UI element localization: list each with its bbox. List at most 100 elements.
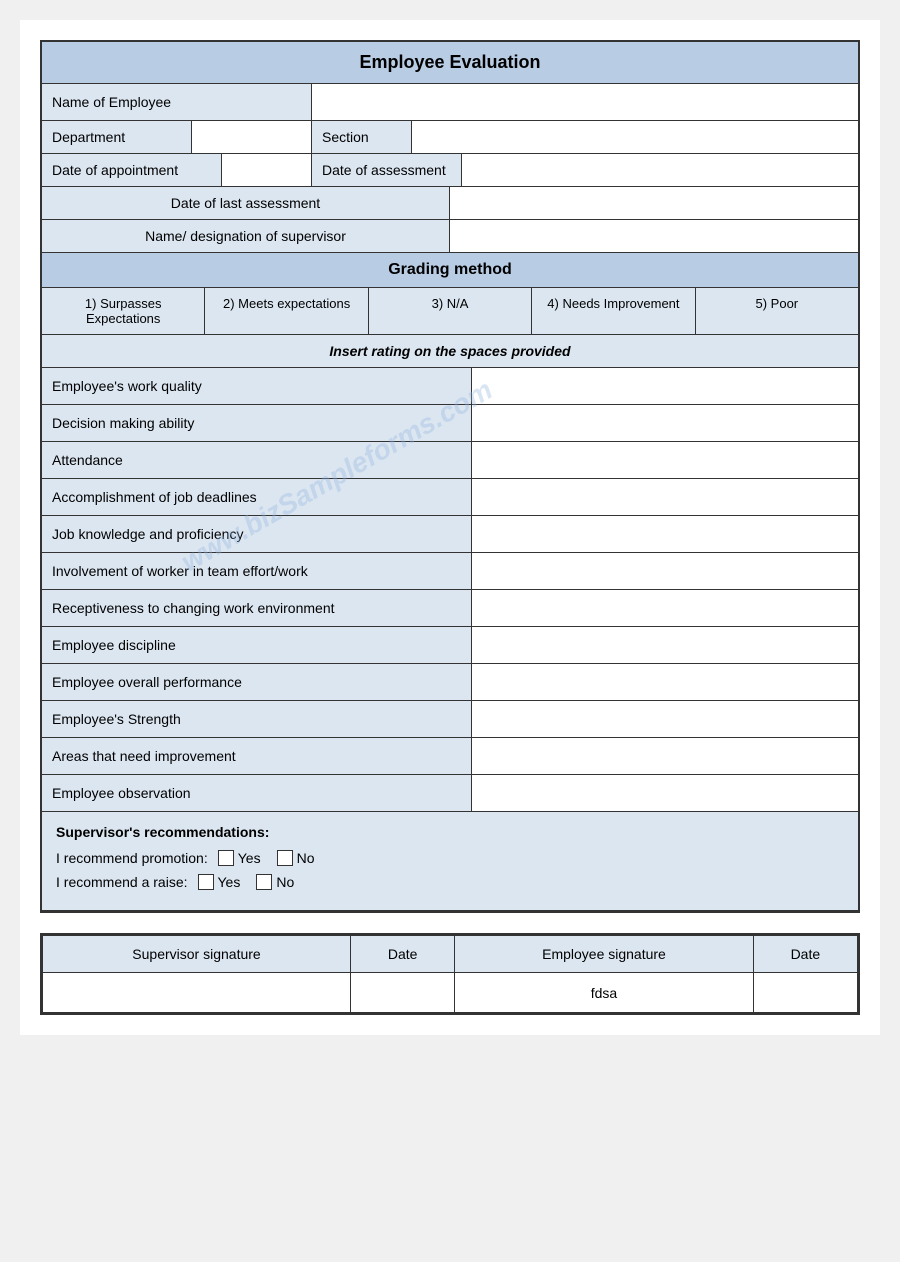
insert-rating-text: Insert rating on the spaces provided xyxy=(329,343,570,359)
supervisor-label-text: Name/ designation of supervisor xyxy=(145,228,346,244)
grading-header: Grading method xyxy=(42,253,858,288)
eval-label-6: Receptiveness to changing work environme… xyxy=(42,590,472,626)
eval-label-0: Employee's work quality xyxy=(42,368,472,404)
raise-text: I recommend a raise: xyxy=(56,874,188,890)
raise-yes-checkbox[interactable] xyxy=(198,874,214,890)
grading-options-row: 1) Surpasses Expectations 2) Meets expec… xyxy=(42,288,858,335)
date-row: Date of appointment Date of assessment xyxy=(42,154,858,187)
name-label-text: Name of Employee xyxy=(52,94,171,110)
raise-yes-label: Yes xyxy=(218,874,241,890)
promotion-yes-checkbox[interactable] xyxy=(218,850,234,866)
eval-label-11: Employee observation xyxy=(42,775,472,811)
eval-label-4: Job knowledge and proficiency xyxy=(42,516,472,552)
assess-label-text: Date of assessment xyxy=(322,162,446,178)
rec-title: Supervisor's recommendations: xyxy=(56,824,844,840)
eval-value-5[interactable] xyxy=(472,553,858,589)
grade-cell-2: 2) Meets expectations xyxy=(205,288,368,334)
eval-value-1[interactable] xyxy=(472,405,858,441)
supervisor-label: Name/ designation of supervisor xyxy=(42,220,450,252)
insert-rating-row: Insert rating on the spaces provided xyxy=(42,335,858,368)
grading-header-text: Grading method xyxy=(388,261,512,278)
promotion-text: I recommend promotion: xyxy=(56,850,208,866)
eval-label-5: Involvement of worker in team effort/wor… xyxy=(42,553,472,589)
form-title: Employee Evaluation xyxy=(42,42,858,84)
promotion-line: I recommend promotion: Yes No xyxy=(56,850,844,866)
eval-label-8: Employee overall performance xyxy=(42,664,472,700)
appt-label-text: Date of appointment xyxy=(52,162,178,178)
eval-row-6: Receptiveness to changing work environme… xyxy=(42,590,858,627)
eval-row-11: Employee observation xyxy=(42,775,858,812)
eval-value-10[interactable] xyxy=(472,738,858,774)
eval-row-10: Areas that need improvement xyxy=(42,738,858,775)
name-row: Name of Employee xyxy=(42,84,858,121)
eval-row-1: Decision making ability xyxy=(42,405,858,442)
eval-row-4: Job knowledge and proficiency xyxy=(42,516,858,553)
section-label-text: Section xyxy=(322,129,369,145)
raise-no-item: No xyxy=(256,874,294,890)
eval-row-5: Involvement of worker in team effort/wor… xyxy=(42,553,858,590)
emp-sig-value[interactable]: fdsa xyxy=(455,973,753,1013)
name-value[interactable] xyxy=(312,84,858,120)
assess-value[interactable] xyxy=(462,154,858,186)
raise-no-label: No xyxy=(276,874,294,890)
dept-value[interactable] xyxy=(192,121,312,153)
sig-header-row: Supervisor signature Date Employee signa… xyxy=(43,936,858,973)
sig-date2-label: Date xyxy=(753,936,857,973)
eval-value-7[interactable] xyxy=(472,627,858,663)
raise-line: I recommend a raise: Yes No xyxy=(56,874,844,890)
assess-label: Date of assessment xyxy=(312,154,462,186)
eval-label-7: Employee discipline xyxy=(42,627,472,663)
dept-section-row: Department Section xyxy=(42,121,858,154)
eval-value-8[interactable] xyxy=(472,664,858,700)
eval-value-4[interactable] xyxy=(472,516,858,552)
promotion-no-item: No xyxy=(277,850,315,866)
sup-sig-label: Supervisor signature xyxy=(43,936,351,973)
raise-yes-item: Yes xyxy=(198,874,241,890)
eval-row-3: Accomplishment of job deadlines xyxy=(42,479,858,516)
promotion-no-checkbox[interactable] xyxy=(277,850,293,866)
supervisor-value[interactable] xyxy=(450,220,858,252)
eval-row-0: Employee's work quality xyxy=(42,368,858,405)
promotion-yes-item: Yes xyxy=(218,850,261,866)
grade-cell-3: 3) N/A xyxy=(369,288,532,334)
section-value[interactable] xyxy=(412,121,858,153)
eval-value-2[interactable] xyxy=(472,442,858,478)
last-assess-value[interactable] xyxy=(450,187,858,219)
eval-value-6[interactable] xyxy=(472,590,858,626)
sig-date2-value[interactable] xyxy=(753,973,857,1013)
raise-no-checkbox[interactable] xyxy=(256,874,272,890)
sig-date-value[interactable] xyxy=(351,973,455,1013)
appt-value[interactable] xyxy=(222,154,312,186)
eval-label-1: Decision making ability xyxy=(42,405,472,441)
eval-value-3[interactable] xyxy=(472,479,858,515)
eval-label-3: Accomplishment of job deadlines xyxy=(42,479,472,515)
eval-label-2: Attendance xyxy=(42,442,472,478)
grade-cell-5: 5) Poor xyxy=(696,288,858,334)
eval-row-9: Employee's Strength xyxy=(42,701,858,738)
sig-date-label: Date xyxy=(351,936,455,973)
eval-value-9[interactable] xyxy=(472,701,858,737)
sup-sig-value[interactable] xyxy=(43,973,351,1013)
last-assess-label: Date of last assessment xyxy=(42,187,450,219)
sig-value-row: fdsa xyxy=(43,973,858,1013)
grade-cell-4: 4) Needs Improvement xyxy=(532,288,695,334)
eval-value-0[interactable] xyxy=(472,368,858,404)
eval-value-11[interactable] xyxy=(472,775,858,811)
grade-cell-1: 1) Surpasses Expectations xyxy=(42,288,205,334)
eval-row-2: Attendance xyxy=(42,442,858,479)
eval-label-10: Areas that need improvement xyxy=(42,738,472,774)
supervisor-rec-section: Supervisor's recommendations: I recommen… xyxy=(42,812,858,911)
eval-row-7: Employee discipline xyxy=(42,627,858,664)
dept-label: Department xyxy=(42,121,192,153)
promotion-yes-label: Yes xyxy=(238,850,261,866)
dept-label-text: Department xyxy=(52,129,125,145)
section-label: Section xyxy=(312,121,412,153)
signature-table-container: Supervisor signature Date Employee signa… xyxy=(40,933,860,1015)
emp-sig-label: Employee signature xyxy=(455,936,753,973)
last-assess-row: Date of last assessment xyxy=(42,187,858,220)
name-label: Name of Employee xyxy=(42,84,312,120)
eval-row-8: Employee overall performance xyxy=(42,664,858,701)
last-assess-label-text: Date of last assessment xyxy=(171,195,320,211)
appt-label: Date of appointment xyxy=(42,154,222,186)
supervisor-row: Name/ designation of supervisor xyxy=(42,220,858,253)
